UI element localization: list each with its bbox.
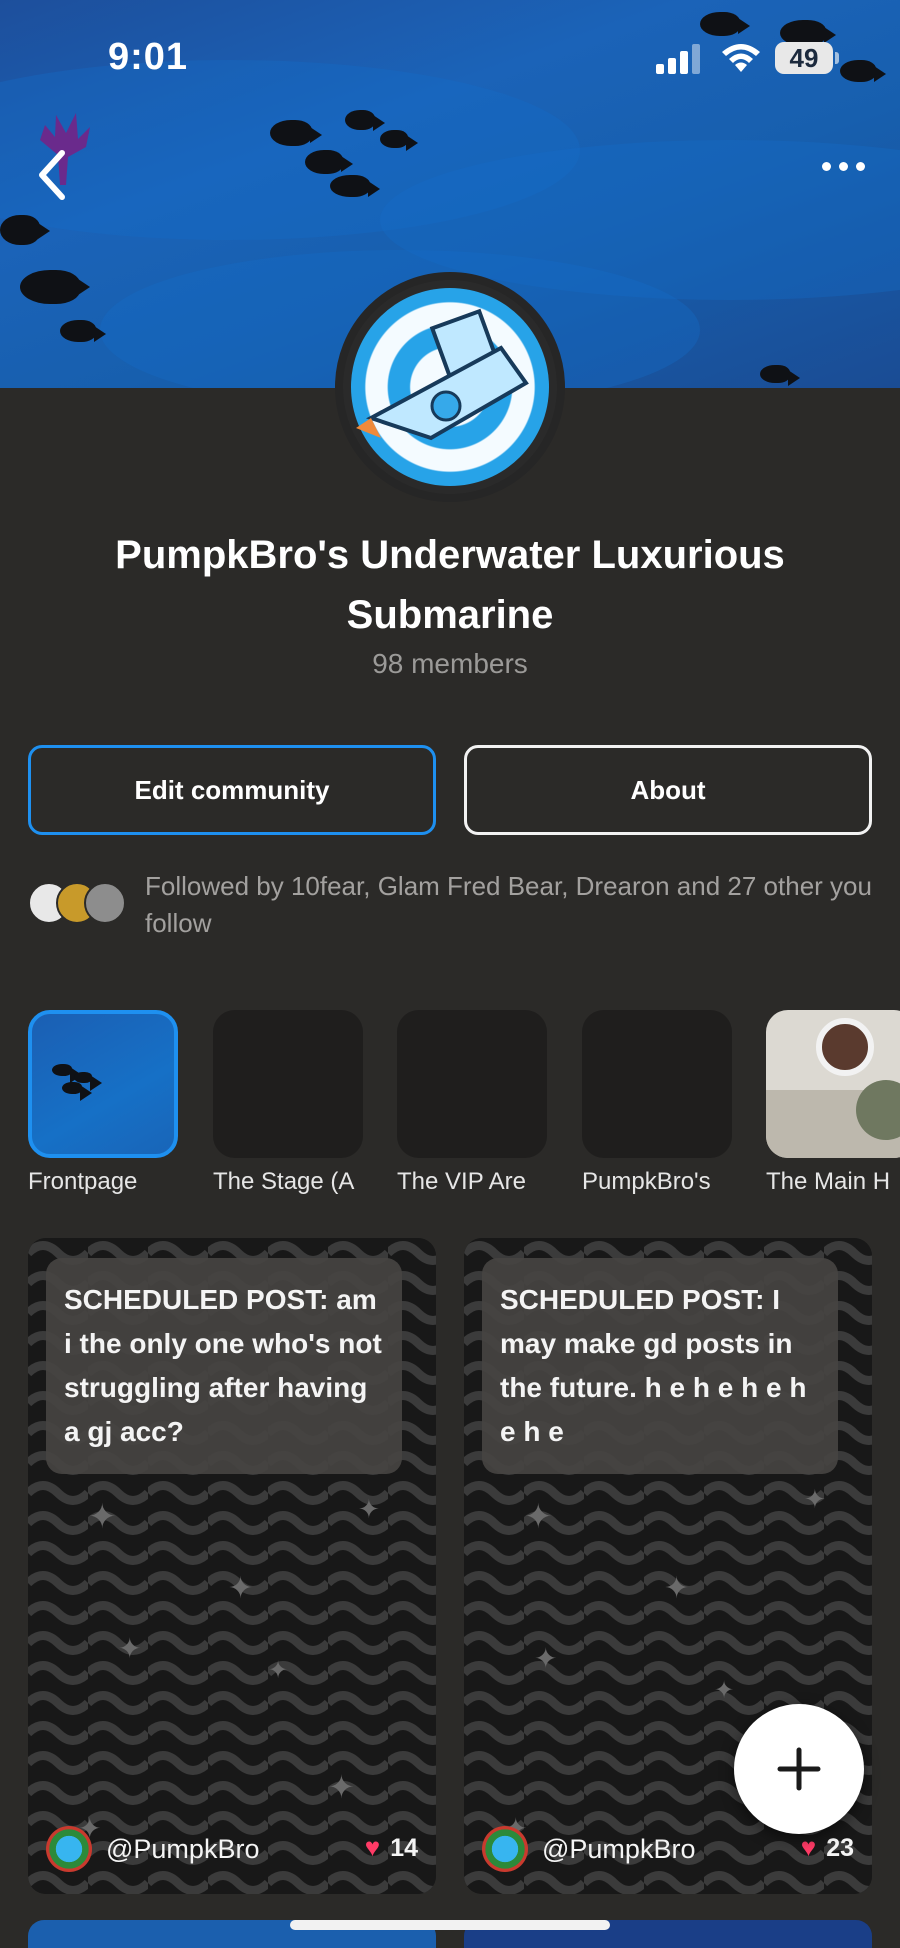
status-time: 9:01 xyxy=(108,36,189,78)
svg-text:✦: ✦ xyxy=(228,1572,253,1605)
member-count[interactable]: 98 members xyxy=(0,648,900,680)
chevron-left-icon xyxy=(39,150,65,200)
svg-text:✦: ✦ xyxy=(358,1494,380,1524)
channel-thumbnail xyxy=(766,1010,900,1158)
post-footer: @PumpkBro ♥ 14 xyxy=(46,1826,418,1872)
home-indicator[interactable] xyxy=(290,1920,610,1930)
svg-text:✦: ✦ xyxy=(664,1572,689,1605)
more-icon xyxy=(822,162,831,171)
channel-item-the-vip-area[interactable]: The VIP Are xyxy=(397,1010,547,1196)
post-author[interactable]: @PumpkBro xyxy=(106,1834,259,1865)
like-count[interactable]: ♥ 23 xyxy=(801,1832,854,1863)
channel-thumbnail xyxy=(213,1010,363,1158)
svg-text:✦: ✦ xyxy=(328,1769,355,1805)
community-title: PumpkBro's Underwater Luxurious Submarin… xyxy=(115,533,785,637)
plus-icon xyxy=(777,1747,821,1791)
post-author[interactable]: @PumpkBro xyxy=(542,1834,695,1865)
svg-text:✦: ✦ xyxy=(524,1498,553,1536)
followed-by[interactable]: Followed by 10fear, Glam Fred Bear, Drea… xyxy=(28,868,878,948)
wifi-icon xyxy=(722,44,760,72)
post-title: SCHEDULED POST: am i the only one who's … xyxy=(46,1258,402,1474)
channel-item-the-stage[interactable]: The Stage (A xyxy=(213,1010,363,1196)
channel-label: The Stage (A xyxy=(213,1168,355,1195)
followers-text: Followed by 10fear, Glam Fred Bear, Drea… xyxy=(145,871,872,938)
channel-thumbnail xyxy=(28,1010,178,1158)
channel-label: Frontpage xyxy=(28,1168,138,1195)
post-title: SCHEDULED POST: I may make gd posts in t… xyxy=(482,1258,838,1474)
heart-icon: ♥ xyxy=(800,1832,817,1862)
channel-item-frontpage[interactable]: Frontpage xyxy=(28,1010,178,1196)
channel-label: The Main H xyxy=(766,1168,891,1195)
channel-thumbnail xyxy=(397,1010,547,1158)
avatar xyxy=(84,882,126,924)
channel-item-pumpkbros[interactable]: PumpkBro's xyxy=(582,1010,732,1196)
heart-icon: ♥ xyxy=(364,1832,381,1862)
avatar[interactable] xyxy=(46,1826,92,1872)
about-button[interactable]: About xyxy=(464,745,872,835)
status-bar: 9:01 49 xyxy=(0,0,900,120)
svg-text:✦: ✦ xyxy=(118,1633,141,1664)
channel-list: Frontpage The Stage (A The VIP Are Pumpk… xyxy=(0,1010,900,1210)
more-options-button[interactable] xyxy=(818,158,874,188)
post-card[interactable]: ✦ ✦ ✦ ✦ ✦ ✦ ✦ SCHEDULED POST: am i the o… xyxy=(28,1238,436,1894)
add-post-button[interactable] xyxy=(734,1704,864,1834)
avatar[interactable] xyxy=(482,1826,528,1872)
cellular-signal-icon xyxy=(656,44,700,74)
channel-item-the-main-hall[interactable]: The Main H xyxy=(766,1010,900,1196)
svg-text:✦: ✦ xyxy=(804,1484,826,1514)
like-count[interactable]: ♥ 14 xyxy=(365,1832,418,1863)
follower-avatars xyxy=(28,882,128,926)
svg-text:✦: ✦ xyxy=(268,1657,288,1684)
back-button[interactable] xyxy=(28,145,78,205)
battery-indicator: 49 xyxy=(775,42,839,74)
svg-text:✦: ✦ xyxy=(534,1643,557,1674)
channel-label: PumpkBro's xyxy=(582,1168,711,1195)
channel-label: The VIP Are xyxy=(397,1168,526,1195)
spaceship-logo-icon xyxy=(356,308,529,441)
svg-text:✦: ✦ xyxy=(714,1677,734,1704)
community-avatar xyxy=(335,272,565,502)
svg-text:✦: ✦ xyxy=(88,1498,117,1536)
edit-community-button[interactable]: Edit community xyxy=(28,745,436,835)
channel-thumbnail xyxy=(582,1010,732,1158)
